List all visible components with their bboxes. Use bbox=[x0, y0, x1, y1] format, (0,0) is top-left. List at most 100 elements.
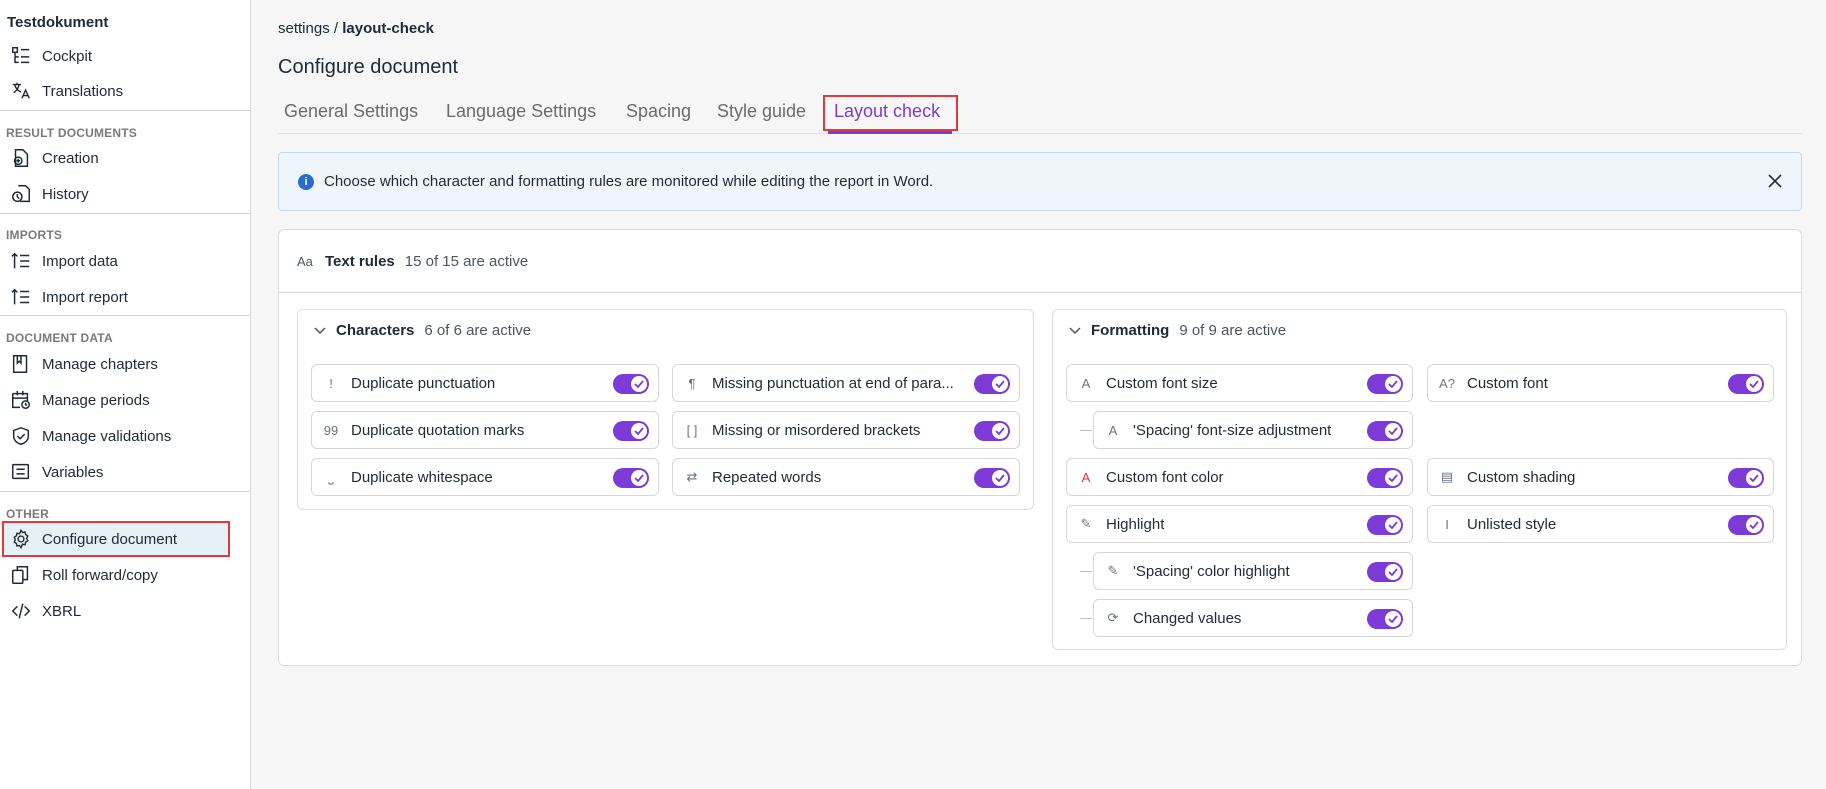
check-icon bbox=[1746, 470, 1762, 486]
rule-toggle[interactable] bbox=[1367, 515, 1403, 535]
rule-toggle[interactable] bbox=[1367, 609, 1403, 629]
breadcrumb-parent[interactable]: settings bbox=[278, 20, 330, 37]
text-cursor-icon: I bbox=[1445, 516, 1449, 532]
sidebar-item-translations[interactable]: Translations bbox=[0, 76, 250, 106]
sidebar-item-xbrl[interactable]: XBRL bbox=[0, 596, 250, 626]
font-size-icon: A bbox=[1108, 422, 1118, 438]
tree-connector bbox=[1080, 430, 1092, 431]
rule-label: Changed values bbox=[1133, 609, 1242, 627]
rule-repeated-words: ⇄ Repeated words bbox=[672, 458, 1020, 496]
sidebar-item-import-report[interactable]: Import report bbox=[0, 282, 250, 312]
sidebar-item-manage-validations[interactable]: Manage validations bbox=[0, 421, 250, 451]
gear-icon bbox=[9, 527, 33, 551]
highlighter-icon: ✎ bbox=[1107, 563, 1119, 578]
active-tab-underline bbox=[828, 131, 952, 134]
sidebar-item-label: XBRL bbox=[42, 602, 82, 620]
info-message: Choose which character and formatting ru… bbox=[324, 173, 934, 190]
tab-layout-check[interactable]: Layout check bbox=[834, 101, 940, 122]
rule-toggle[interactable] bbox=[1367, 421, 1403, 441]
highlighter-icon: ✎ bbox=[1080, 516, 1092, 531]
rule-spacing-font-size-adjustment: A 'Spacing' font-size adjustment bbox=[1093, 411, 1413, 449]
sidebar-item-configure-document[interactable]: Configure document bbox=[2, 521, 230, 557]
text-rules-header[interactable]: Aa Text rules 15 of 15 are active bbox=[279, 230, 1801, 293]
rule-highlight: ✎ Highlight bbox=[1066, 505, 1413, 543]
tree-connector bbox=[1080, 618, 1092, 619]
rule-toggle[interactable] bbox=[1728, 374, 1764, 394]
rule-label: Unlisted style bbox=[1467, 515, 1557, 533]
rule-custom-shading: ▤ Custom shading bbox=[1427, 458, 1774, 496]
rule-toggle[interactable] bbox=[613, 468, 649, 488]
tab-general-settings[interactable]: General Settings bbox=[284, 101, 418, 122]
rule-custom-font-size: A Custom font size bbox=[1066, 364, 1413, 402]
font-question-icon: A? bbox=[1439, 375, 1455, 391]
rule-spacing-color-highlight: ✎ 'Spacing' color highlight bbox=[1093, 552, 1413, 590]
tab-spacing[interactable]: Spacing bbox=[626, 101, 691, 122]
rule-toggle[interactable] bbox=[613, 421, 649, 441]
check-icon bbox=[1385, 423, 1401, 439]
check-icon bbox=[1385, 470, 1401, 486]
variables-icon bbox=[9, 460, 33, 484]
creation-icon bbox=[9, 146, 33, 170]
formatting-group: Formatting 9 of 9 are active A Custom fo… bbox=[1052, 309, 1787, 650]
code-icon bbox=[9, 599, 33, 623]
tab-bar: General Settings Language Settings Spaci… bbox=[278, 95, 1802, 134]
sidebar-divider bbox=[0, 213, 250, 214]
rule-toggle[interactable] bbox=[1367, 374, 1403, 394]
close-icon[interactable] bbox=[1765, 171, 1785, 191]
tab-language-settings[interactable]: Language Settings bbox=[446, 101, 596, 122]
sidebar-item-history[interactable]: History bbox=[0, 179, 250, 209]
rule-missing-punctuation: ¶ Missing punctuation at end of para... bbox=[672, 364, 1020, 402]
formatting-title: Formatting bbox=[1091, 322, 1170, 339]
sidebar-item-variables[interactable]: Variables bbox=[0, 457, 250, 487]
check-icon bbox=[992, 376, 1008, 392]
rule-toggle[interactable] bbox=[1728, 515, 1764, 535]
check-icon bbox=[992, 423, 1008, 439]
section-imports: IMPORTS bbox=[6, 228, 63, 242]
rule-toggle[interactable] bbox=[974, 374, 1010, 394]
rule-label: Duplicate whitespace bbox=[351, 468, 493, 486]
check-icon bbox=[1385, 517, 1401, 533]
check-icon bbox=[1385, 376, 1401, 392]
formatting-header[interactable]: Formatting 9 of 9 are active bbox=[1067, 322, 1286, 339]
calendar-icon bbox=[9, 388, 33, 412]
brackets-icon: [ ] bbox=[686, 422, 698, 438]
sidebar-item-creation[interactable]: Creation bbox=[0, 143, 250, 173]
sidebar-item-manage-periods[interactable]: Manage periods bbox=[0, 385, 250, 415]
rule-toggle[interactable] bbox=[613, 374, 649, 394]
tree-connector bbox=[1080, 571, 1092, 572]
sidebar-item-label: Import report bbox=[42, 288, 128, 306]
rule-label: Highlight bbox=[1106, 515, 1165, 533]
sidebar-item-manage-chapters[interactable]: Manage chapters bbox=[0, 349, 250, 379]
text-case-icon: Aa bbox=[297, 253, 313, 269]
copy-icon bbox=[9, 563, 33, 587]
sidebar-item-label: Import data bbox=[42, 252, 118, 270]
rule-duplicate-punctuation: ! Duplicate punctuation bbox=[311, 364, 659, 402]
shield-check-icon bbox=[9, 424, 33, 448]
section-result-documents: RESULT DOCUMENTS bbox=[6, 126, 137, 140]
rule-label: Missing or misordered brackets bbox=[712, 421, 921, 439]
tab-style-guide[interactable]: Style guide bbox=[717, 101, 806, 122]
text-rules-count: 15 of 15 are active bbox=[404, 252, 529, 270]
rule-toggle[interactable] bbox=[974, 468, 1010, 488]
breadcrumb-current: layout-check bbox=[342, 20, 434, 37]
rule-label: 'Spacing' font-size adjustment bbox=[1133, 421, 1332, 439]
check-icon bbox=[1385, 564, 1401, 580]
characters-header[interactable]: Characters 6 of 6 are active bbox=[312, 322, 531, 339]
sidebar-item-label: Configure document bbox=[42, 530, 178, 548]
rule-toggle[interactable] bbox=[1728, 468, 1764, 488]
sidebar-item-import-data[interactable]: Import data bbox=[0, 246, 250, 276]
text-rules-panel: Aa Text rules 15 of 15 are active Charac… bbox=[278, 229, 1802, 666]
sidebar-item-label: Cockpit bbox=[42, 47, 93, 65]
rule-label: Custom shading bbox=[1467, 468, 1576, 486]
rule-label: Custom font size bbox=[1106, 374, 1218, 392]
rule-toggle[interactable] bbox=[1367, 468, 1403, 488]
refresh-icon: ⟳ bbox=[1107, 610, 1119, 625]
cockpit-icon bbox=[9, 44, 33, 68]
rule-label: Duplicate quotation marks bbox=[351, 421, 525, 439]
book-icon bbox=[9, 352, 33, 376]
history-icon bbox=[9, 182, 33, 206]
sidebar-item-cockpit[interactable]: Cockpit bbox=[0, 41, 250, 71]
rule-toggle[interactable] bbox=[974, 421, 1010, 441]
rule-toggle[interactable] bbox=[1367, 562, 1403, 582]
sidebar-item-roll-forward[interactable]: Roll forward/copy bbox=[0, 560, 250, 590]
